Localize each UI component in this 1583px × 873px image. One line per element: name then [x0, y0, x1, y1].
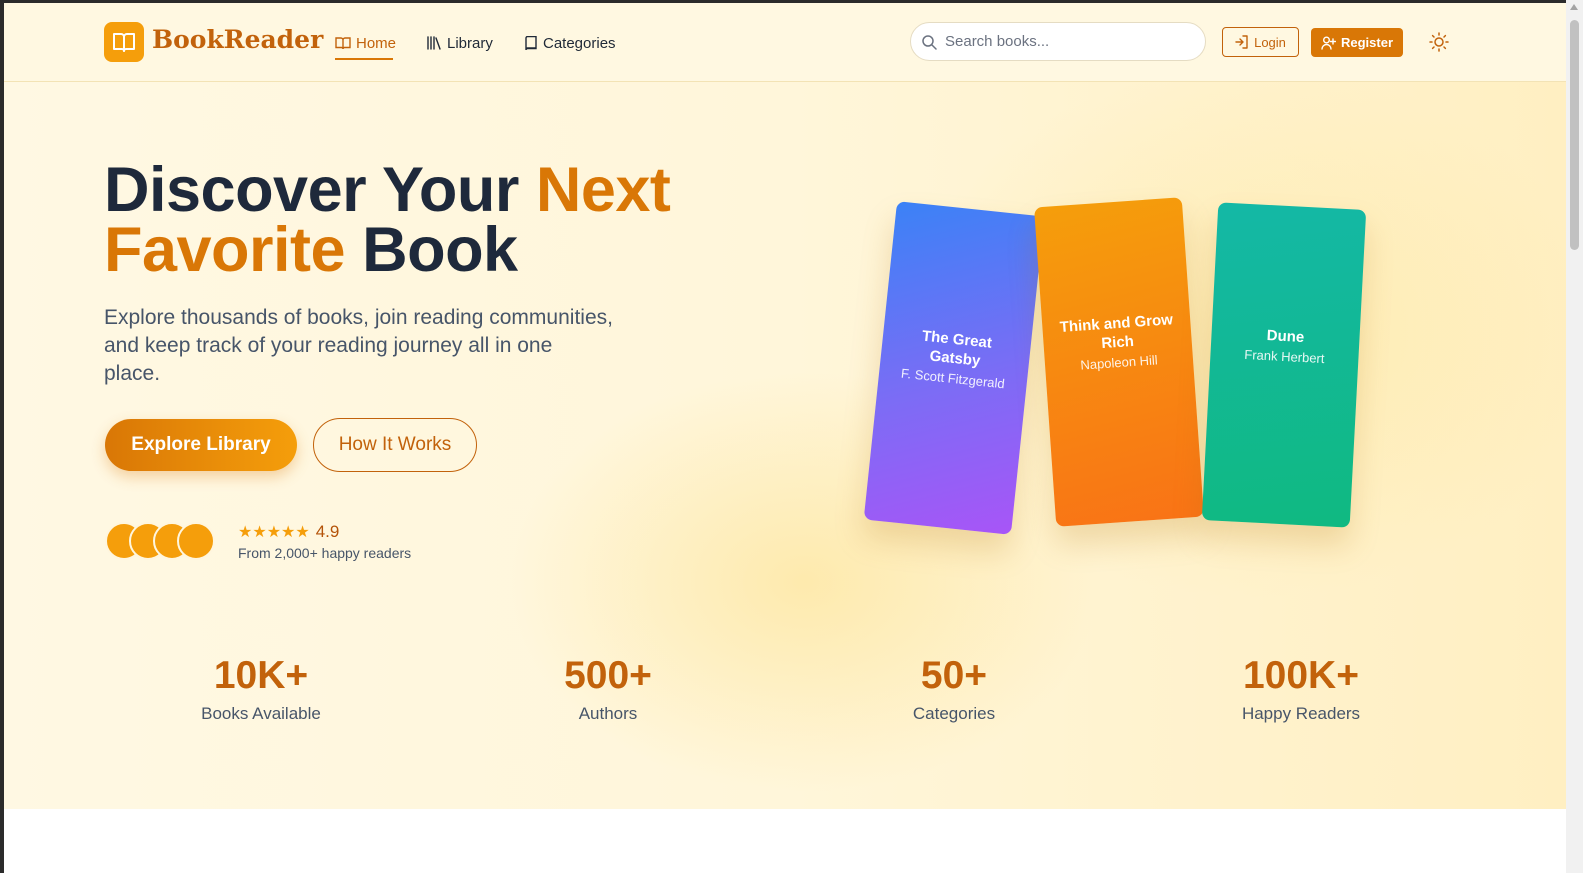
- stat-books: 10K+ Books Available: [151, 654, 371, 724]
- register-label: Register: [1340, 35, 1394, 50]
- stat-label: Categories: [912, 704, 996, 723]
- headline-accent-1: Next: [535, 155, 671, 225]
- stat-value: 10K+: [213, 654, 309, 697]
- sun-icon: [1429, 32, 1449, 52]
- book-title: Think and Grow Rich: [1059, 311, 1174, 353]
- search-bar[interactable]: [910, 22, 1206, 61]
- stat-label: Authors: [578, 704, 638, 723]
- nav-library[interactable]: Library: [426, 31, 493, 55]
- hero-section: Discover Your Next Favorite Book Explore…: [4, 82, 1566, 809]
- book-author: Frank Herbert: [1244, 346, 1325, 366]
- login-label: Login: [1254, 34, 1286, 50]
- hero-headline: Discover Your Next Favorite Book: [104, 159, 671, 282]
- book-card[interactable]: The Great Gatsby F. Scott Fitzgerald: [863, 201, 1045, 535]
- nav-home[interactable]: Home: [335, 31, 396, 55]
- stat-value: 50+: [920, 654, 988, 697]
- rating-value: 4.9: [315, 522, 340, 541]
- nav-library-label: Library: [447, 34, 493, 52]
- how-it-works-button[interactable]: How It Works: [313, 418, 477, 472]
- star-rating-icon: ★★★★★: [238, 524, 310, 541]
- rating-caption: From 2,000+ happy readers: [238, 545, 412, 561]
- vertical-scrollbar[interactable]: [1566, 0, 1583, 873]
- search-input[interactable]: [945, 33, 1185, 50]
- nav-categories[interactable]: Categories: [524, 31, 616, 55]
- headline-accent-2: Favorite: [104, 215, 346, 285]
- login-icon: [1235, 35, 1248, 49]
- stat-label: Happy Readers: [1241, 704, 1361, 723]
- scrollbar-thumb[interactable]: [1570, 20, 1579, 250]
- stat-label: Books Available: [201, 704, 321, 723]
- top-navbar: BookReader Home Library Categories Login: [4, 3, 1566, 82]
- login-button[interactable]: Login: [1222, 27, 1299, 57]
- stat-value: 500+: [564, 654, 652, 697]
- reader-avatars: [105, 522, 215, 560]
- library-icon: [427, 36, 441, 50]
- stat-categories: 50+ Categories: [844, 654, 1064, 724]
- headline-text-2: Book: [345, 215, 518, 285]
- hero-subtext: Explore thousands of books, join reading…: [104, 306, 613, 385]
- logo-badge[interactable]: [104, 22, 144, 62]
- explore-library-button[interactable]: Explore Library: [105, 419, 297, 471]
- nav-active-underline: [335, 58, 393, 60]
- user-plus-icon: [1321, 36, 1336, 50]
- stat-value: 100K+: [1242, 654, 1359, 697]
- book-icon: [525, 35, 537, 50]
- theme-toggle-button[interactable]: [1428, 31, 1450, 53]
- book-card[interactable]: Dune Frank Herbert: [1201, 202, 1367, 528]
- nav-categories-label: Categories: [543, 34, 616, 52]
- book-card[interactable]: Think and Grow Rich Napoleon Hill: [1034, 197, 1204, 527]
- scroll-up-arrow-icon[interactable]: [1570, 4, 1578, 10]
- avatar: [177, 522, 215, 560]
- book-title: Dune: [1266, 326, 1305, 346]
- stat-readers: 100K+ Happy Readers: [1191, 654, 1411, 724]
- register-button[interactable]: Register: [1311, 28, 1403, 57]
- open-book-icon: [113, 33, 135, 52]
- brand-name[interactable]: BookReader: [152, 25, 323, 54]
- stat-authors: 500+ Authors: [498, 654, 718, 724]
- nav-home-label: Home: [356, 34, 397, 52]
- open-book-icon: [335, 37, 351, 50]
- rating-row: ★★★★★ 4.9: [238, 522, 339, 542]
- search-icon: [922, 34, 937, 50]
